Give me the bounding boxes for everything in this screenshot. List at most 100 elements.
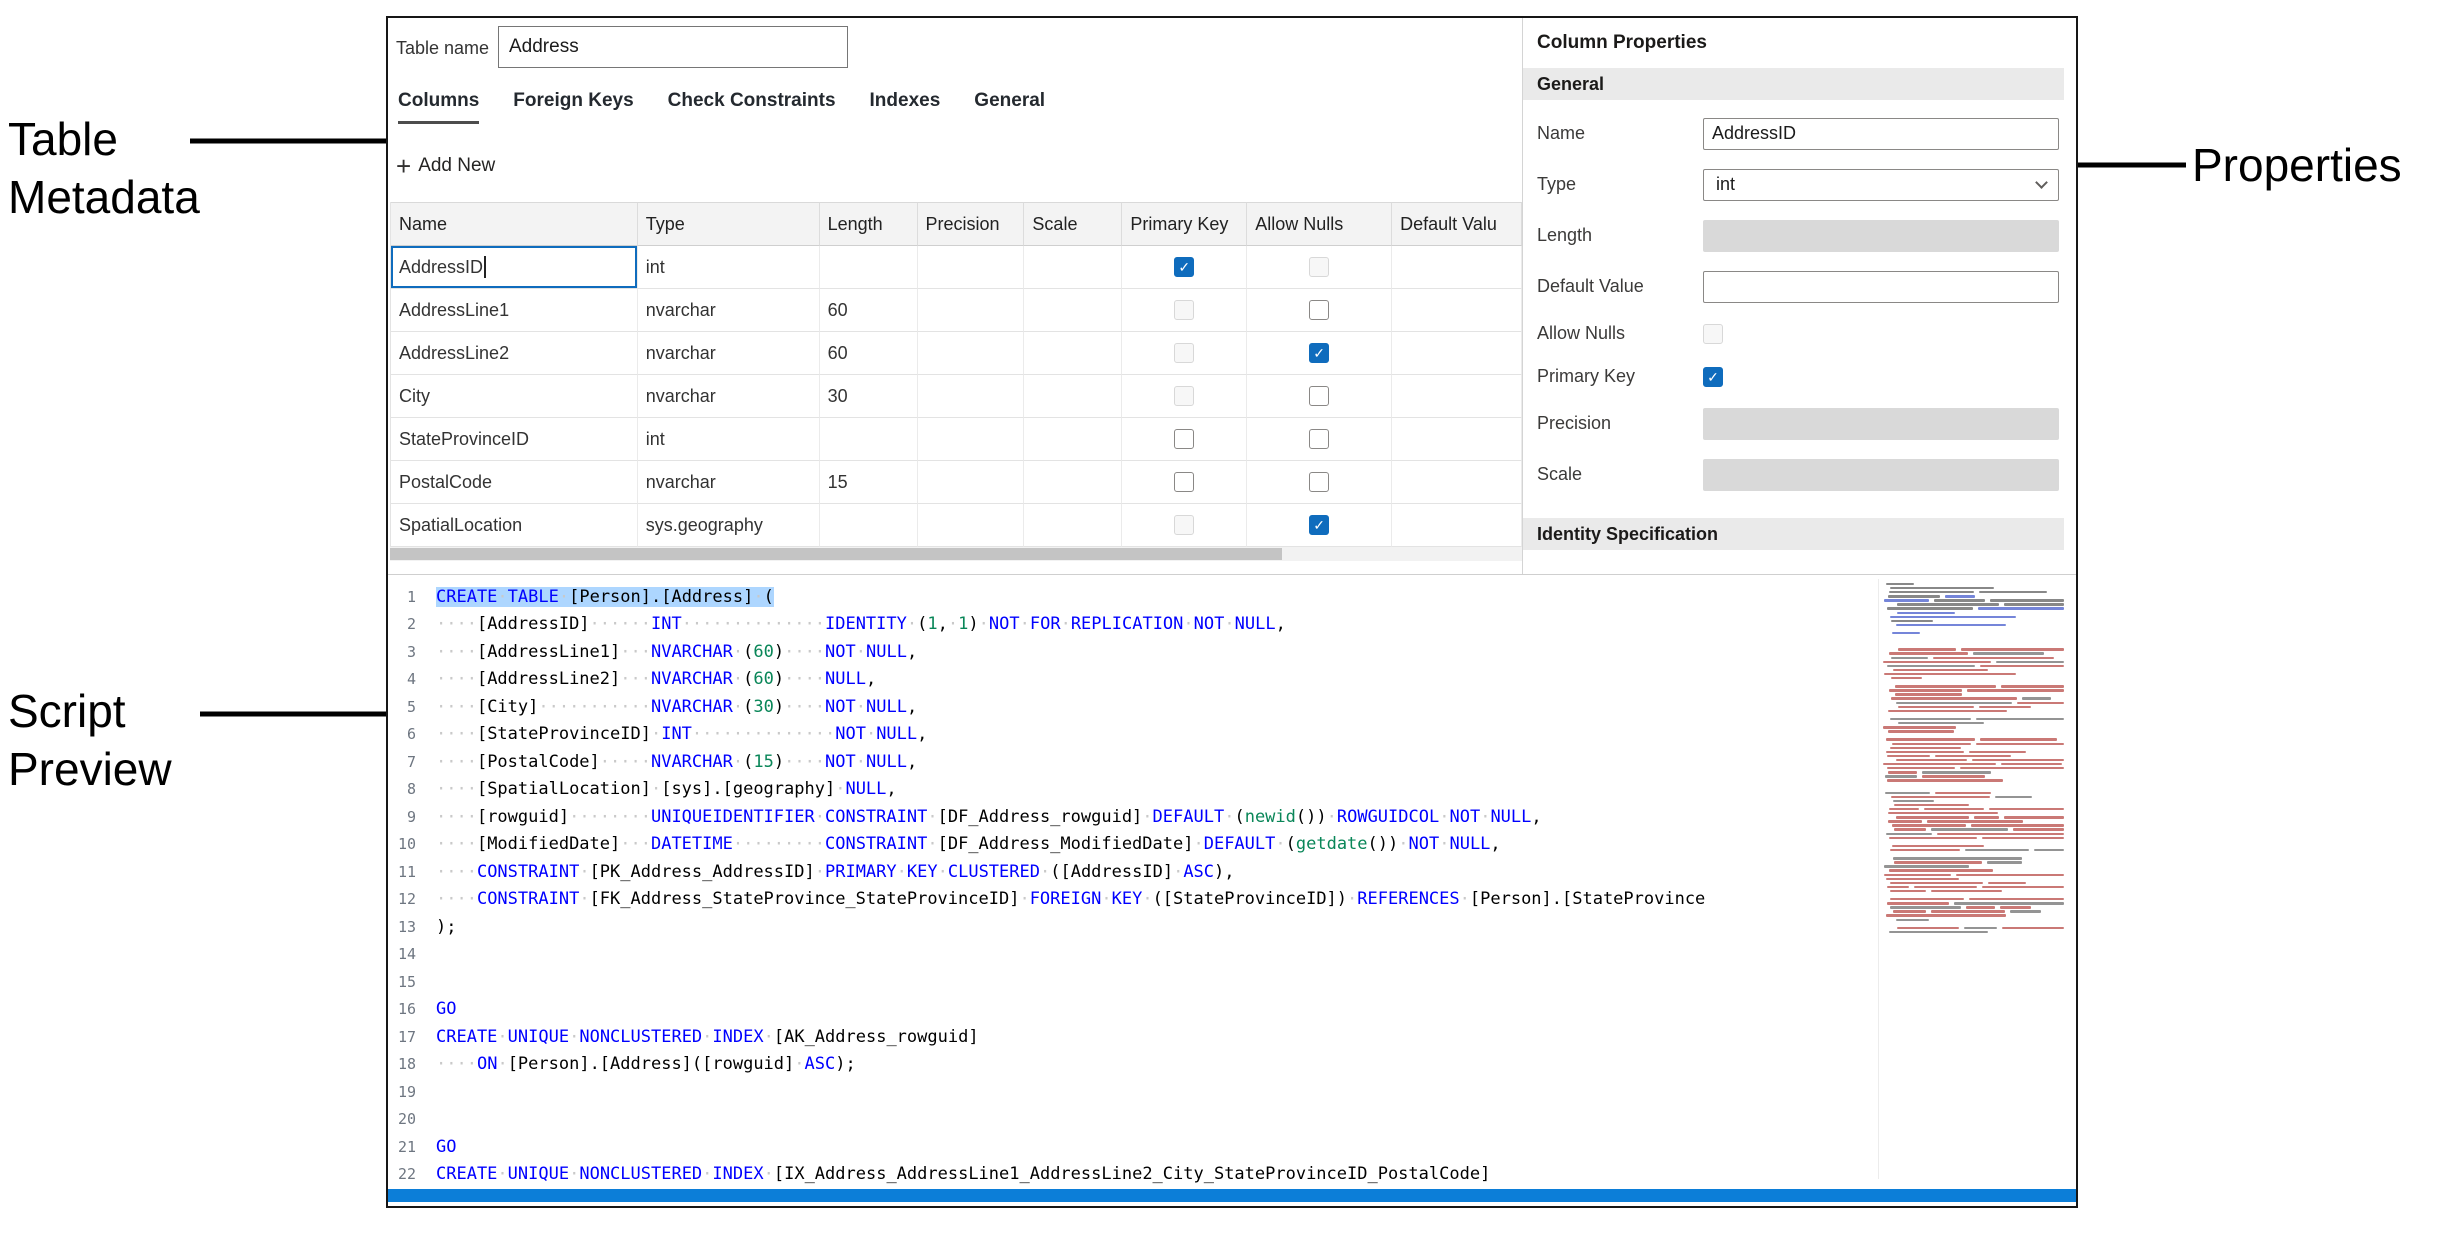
default-value-cell[interactable]	[1392, 289, 1522, 332]
property-default-value-input[interactable]	[1703, 271, 2059, 303]
editor-minimap[interactable]	[1878, 579, 2064, 1179]
column-header-primary-key[interactable]: Primary Key	[1122, 202, 1247, 246]
name-cell[interactable]: StateProvinceID	[391, 418, 638, 461]
column-header-type[interactable]: Type	[638, 202, 820, 246]
scale-cell[interactable]	[1024, 289, 1122, 332]
column-header-length[interactable]: Length	[820, 202, 918, 246]
default-value-cell[interactable]	[1392, 332, 1522, 375]
column-header-name[interactable]: Name	[391, 202, 638, 246]
primary-key-checkbox	[1174, 300, 1194, 320]
code-line-11: 11····CONSTRAINT·[PK_Address_AddressID]·…	[388, 858, 1876, 886]
tab-general[interactable]: General	[974, 90, 1045, 124]
allow-nulls-checkbox[interactable]: ✓	[1309, 515, 1329, 535]
length-cell[interactable]	[820, 418, 918, 461]
property-primary-key-checkbox[interactable]: ✓	[1703, 367, 1723, 387]
property-name-input[interactable]	[1703, 118, 2059, 150]
precision-cell[interactable]	[918, 246, 1025, 289]
property-precision-input	[1703, 408, 2059, 440]
default-value-cell[interactable]	[1392, 375, 1522, 418]
name-cell-value: StateProvinceID	[399, 429, 529, 450]
allow-nulls-checkbox[interactable]	[1309, 300, 1329, 320]
name-cell[interactable]: City	[391, 375, 638, 418]
length-cell[interactable]: 15	[820, 461, 918, 504]
length-cell[interactable]: 60	[820, 289, 918, 332]
precision-cell[interactable]	[918, 504, 1025, 547]
default-value-cell[interactable]	[1392, 418, 1522, 461]
code-line-9: 9····[rowguid]········UNIQUEIDENTIFIER·C…	[388, 803, 1876, 831]
length-cell[interactable]: 60	[820, 332, 918, 375]
allow-nulls-checkbox[interactable]	[1309, 386, 1329, 406]
code-text: ····[City]···········NVARCHAR·(30)····NO…	[436, 697, 917, 717]
allow-nulls-cell	[1247, 246, 1392, 289]
code-line-10: 10····[ModifiedDate]···DATETIME·········…	[388, 831, 1876, 859]
default-value-cell[interactable]	[1392, 461, 1522, 504]
code-line-5: 5····[City]···········NVARCHAR·(30)····N…	[388, 693, 1876, 721]
name-cell[interactable]: AddressLine1	[391, 289, 638, 332]
precision-cell[interactable]	[918, 461, 1025, 504]
code-line-4: 4····[AddressLine2]···NVARCHAR·(60)····N…	[388, 666, 1876, 694]
scale-cell[interactable]	[1024, 246, 1122, 289]
scale-cell[interactable]	[1024, 504, 1122, 547]
property-row-precision: Precision	[1523, 398, 2076, 449]
primary-key-checkbox[interactable]: ✓	[1174, 257, 1194, 277]
allow-nulls-checkbox[interactable]	[1309, 429, 1329, 449]
name-cell[interactable]: SpatialLocation	[391, 504, 638, 547]
code-line-21: 21GO	[388, 1133, 1876, 1161]
line-number: 8	[388, 780, 436, 798]
length-cell[interactable]: 30	[820, 375, 918, 418]
tab-columns[interactable]: Columns	[398, 90, 479, 124]
tab-check-constraints[interactable]: Check Constraints	[668, 90, 836, 124]
primary-key-checkbox[interactable]	[1174, 472, 1194, 492]
annotation-properties-label: Properties	[2192, 136, 2402, 194]
scale-cell[interactable]	[1024, 375, 1122, 418]
precision-cell[interactable]	[918, 375, 1025, 418]
length-cell-value: 30	[828, 386, 848, 407]
script-preview-editor[interactable]: 1CREATE·TABLE·[Person].[Address]·(2····[…	[388, 574, 2076, 1189]
length-cell[interactable]	[820, 504, 918, 547]
type-cell[interactable]: int	[638, 418, 820, 461]
type-cell[interactable]: nvarchar	[638, 332, 820, 375]
tab-foreign-keys[interactable]: Foreign Keys	[513, 90, 633, 124]
add-new-label: Add New	[418, 155, 495, 177]
grid-scrollbar-thumb[interactable]	[390, 548, 1282, 560]
property-label-default-value: Default Value	[1537, 276, 1703, 297]
property-label-precision: Precision	[1537, 413, 1703, 434]
default-value-cell[interactable]	[1392, 504, 1522, 547]
grid-horizontal-scrollbar[interactable]	[390, 547, 1522, 561]
table-name-label: Table name	[396, 38, 489, 59]
code-line-2: 2····[AddressID]······INT··············I…	[388, 611, 1876, 639]
name-cell[interactable]: AddressID	[391, 246, 638, 289]
name-cell[interactable]: PostalCode	[391, 461, 638, 504]
precision-cell[interactable]	[918, 332, 1025, 375]
precision-cell[interactable]	[918, 289, 1025, 332]
type-cell-value: sys.geography	[646, 515, 763, 536]
allow-nulls-checkbox[interactable]: ✓	[1309, 343, 1329, 363]
column-header-precision[interactable]: Precision	[918, 202, 1025, 246]
type-cell-value: nvarchar	[646, 472, 716, 493]
code-text: GO	[436, 999, 456, 1019]
primary-key-checkbox[interactable]	[1174, 429, 1194, 449]
length-cell[interactable]	[820, 246, 918, 289]
code-text: ····[rowguid]········UNIQUEIDENTIFIER·CO…	[436, 807, 1542, 827]
table-name-input[interactable]	[498, 26, 848, 68]
add-new-button[interactable]: + Add New	[396, 154, 495, 178]
type-cell[interactable]: nvarchar	[638, 289, 820, 332]
type-cell[interactable]: nvarchar	[638, 461, 820, 504]
precision-cell[interactable]	[918, 418, 1025, 461]
scale-cell[interactable]	[1024, 461, 1122, 504]
default-value-cell[interactable]	[1392, 246, 1522, 289]
column-header-allow-nulls[interactable]: Allow Nulls	[1247, 202, 1392, 246]
type-cell[interactable]: sys.geography	[638, 504, 820, 547]
table-row: Citynvarchar 30	[391, 375, 1522, 418]
table-row: StateProvinceID int	[391, 418, 1522, 461]
type-cell[interactable]: nvarchar	[638, 375, 820, 418]
property-type-select[interactable]: int	[1703, 169, 2059, 201]
scale-cell[interactable]	[1024, 332, 1122, 375]
type-cell[interactable]: int	[638, 246, 820, 289]
tab-indexes[interactable]: Indexes	[870, 90, 941, 124]
name-cell[interactable]: AddressLine2	[391, 332, 638, 375]
scale-cell[interactable]	[1024, 418, 1122, 461]
column-header-scale[interactable]: Scale	[1024, 202, 1122, 246]
allow-nulls-checkbox[interactable]	[1309, 472, 1329, 492]
column-header-default-valu[interactable]: Default Valu	[1392, 202, 1522, 246]
